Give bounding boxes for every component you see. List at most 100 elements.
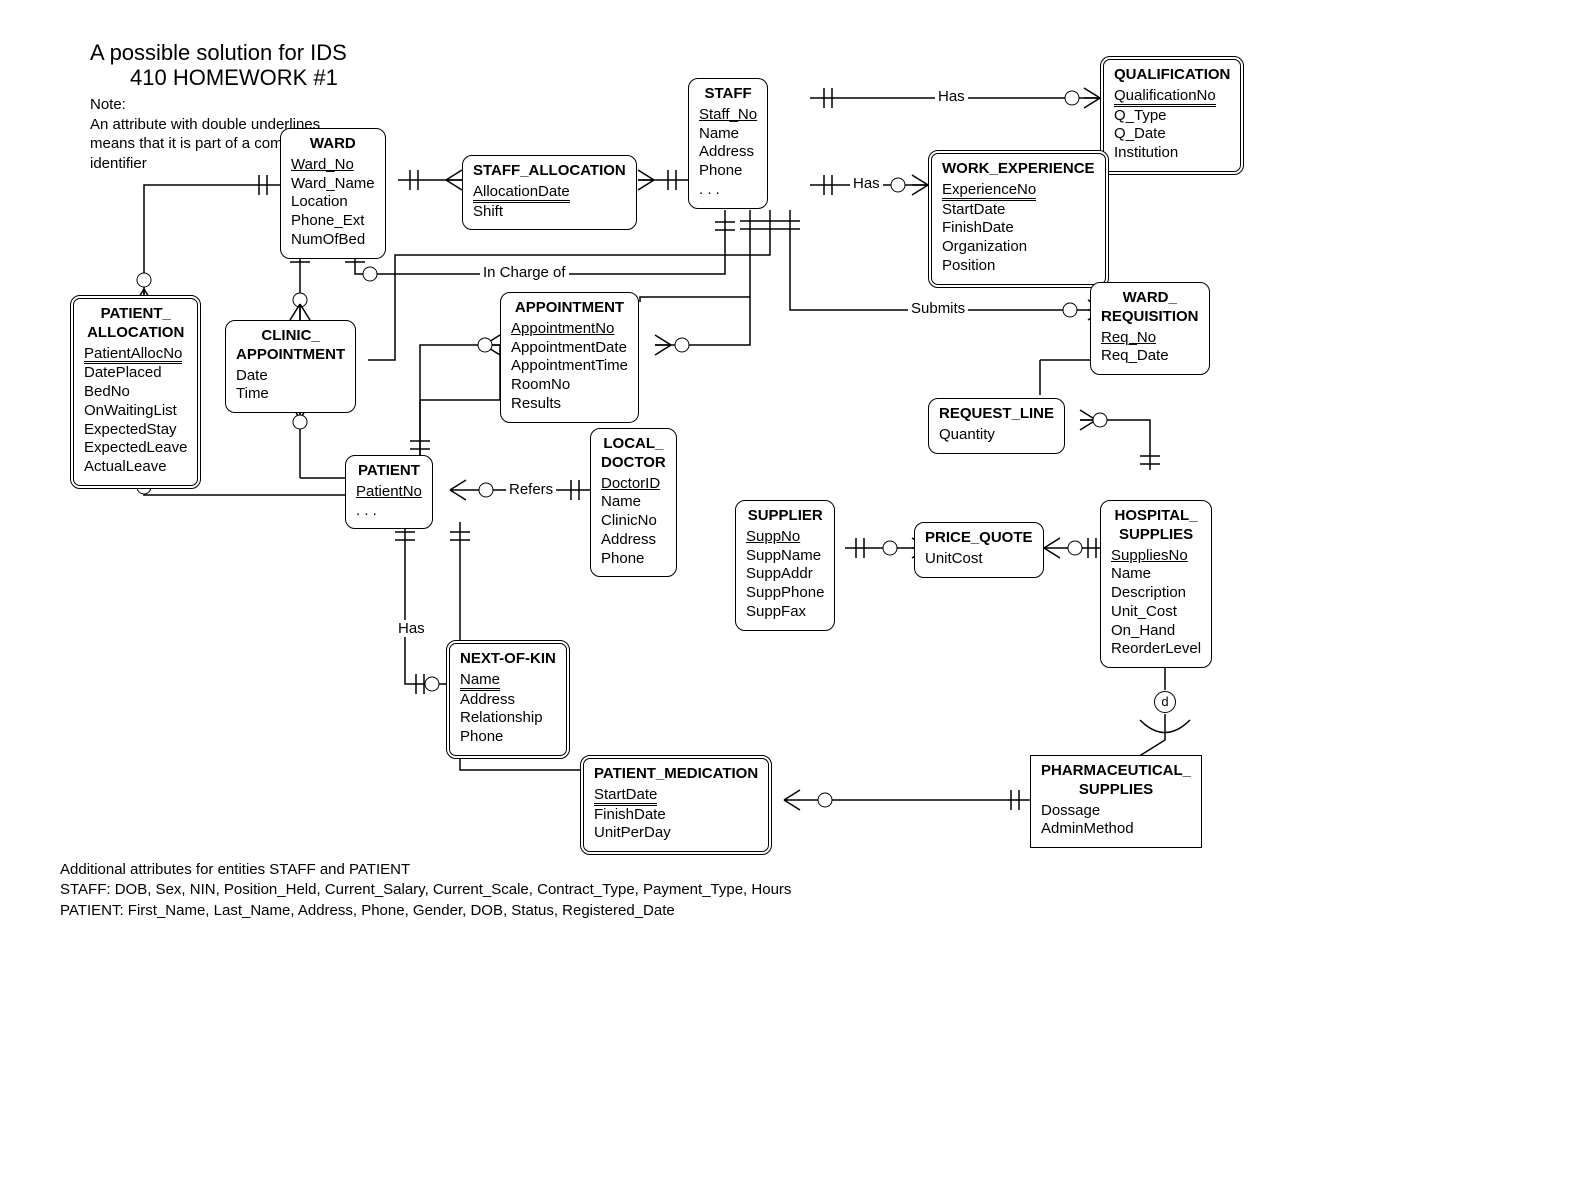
footer-line: Additional attributes for entities STAFF…: [60, 860, 791, 880]
attr: Phone: [460, 728, 556, 747]
attr: Dossage: [1041, 802, 1191, 821]
entity-hospital-supplies: HOSPITAL_ SUPPLIES SuppliesNo Name Descr…: [1100, 500, 1212, 668]
entity-name: HOSPITAL_ SUPPLIES: [1111, 507, 1201, 545]
attr: DatePlaced: [84, 364, 187, 383]
attr: BedNo: [84, 383, 187, 402]
attr: Quantity: [939, 426, 1054, 445]
attr: Ward_Name: [291, 175, 375, 194]
attr: ExperienceNo: [942, 181, 1095, 201]
attr: UnitCost: [925, 550, 1033, 569]
attr: . . .: [699, 181, 757, 200]
entity-name: STAFF: [699, 85, 757, 104]
footer-notes: Additional attributes for entities STAFF…: [60, 860, 791, 921]
attr: Staff_No: [699, 106, 757, 125]
attr: SuppPhone: [746, 584, 824, 603]
attr: . . .: [356, 502, 422, 521]
attr: AppointmentNo: [511, 320, 628, 339]
attr: OnWaitingList: [84, 402, 187, 421]
entity-name: PATIENT: [356, 462, 422, 481]
entity-name: WARD: [291, 135, 375, 154]
attr: Q_Type: [1114, 107, 1230, 126]
attr: Ward_No: [291, 156, 375, 175]
attr: Phone: [601, 550, 666, 569]
attr: Organization: [942, 238, 1095, 257]
entity-name: PHARMACEUTICAL_ SUPPLIES: [1041, 762, 1191, 800]
attr: Name: [460, 671, 556, 691]
attr: ExpectedStay: [84, 421, 187, 440]
attr: SuppName: [746, 547, 824, 566]
attr: Relationship: [460, 709, 556, 728]
page-title-2: 410 HOMEWORK #1: [130, 65, 338, 91]
entity-ward: WARD Ward_No Ward_Name Location Phone_Ex…: [280, 128, 386, 259]
attr: QualificationNo: [1114, 87, 1230, 107]
entity-clinic-appointment: CLINIC_ APPOINTMENT Date Time: [225, 320, 356, 413]
attr: Date: [236, 367, 345, 386]
entity-name: REQUEST_LINE: [939, 405, 1054, 424]
rel-label-incharge: In Charge of: [480, 264, 569, 281]
attr: Location: [291, 193, 375, 212]
attr: RoomNo: [511, 376, 628, 395]
rel-label-has: Has: [935, 88, 968, 105]
attr: Name: [601, 493, 666, 512]
rel-label-refers: Refers: [506, 481, 556, 498]
attr: Phone: [699, 162, 757, 181]
attr: Position: [942, 257, 1095, 276]
entity-supplier: SUPPLIER SuppNo SuppName SuppAddr SuppPh…: [735, 500, 835, 631]
attr: On_Hand: [1111, 622, 1201, 641]
entity-name: PATIENT_ ALLOCATION: [84, 305, 187, 343]
entity-ward-requisition: WARD_ REQUISITION Req_No Req_Date: [1090, 282, 1210, 375]
entity-price-quote: PRICE_QUOTE UnitCost: [914, 522, 1044, 578]
attr: Req_Date: [1101, 347, 1199, 366]
entity-name: WORK_EXPERIENCE: [942, 160, 1095, 179]
footer-line: STAFF: DOB, Sex, NIN, Position_Held, Cur…: [60, 880, 791, 900]
attr: AllocationDate: [473, 183, 626, 203]
attr: StartDate: [942, 201, 1095, 220]
attr: Institution: [1114, 144, 1230, 163]
attr: StartDate: [594, 786, 758, 806]
attr: AppointmentTime: [511, 357, 628, 376]
entity-staff-allocation: STAFF_ALLOCATION AllocationDate Shift: [462, 155, 637, 230]
attr: SuppAddr: [746, 565, 824, 584]
attr: AdminMethod: [1041, 820, 1191, 839]
attr: FinishDate: [594, 806, 758, 825]
note-heading: Note:: [90, 96, 126, 113]
attr: Results: [511, 395, 628, 414]
attr: Time: [236, 385, 345, 404]
entity-qualification: QUALIFICATION QualificationNo Q_Type Q_D…: [1100, 56, 1244, 175]
attr: ClinicNo: [601, 512, 666, 531]
attr: ReorderLevel: [1111, 640, 1201, 659]
entity-next-of-kin: NEXT-OF-KIN Name Address Relationship Ph…: [446, 640, 570, 759]
attr: AppointmentDate: [511, 339, 628, 358]
entity-name: STAFF_ALLOCATION: [473, 162, 626, 181]
entity-name: CLINIC_ APPOINTMENT: [236, 327, 345, 365]
attr: PatientNo: [356, 483, 422, 502]
attr: ExpectedLeave: [84, 439, 187, 458]
rel-label-has: Has: [850, 175, 883, 192]
subtype-d-icon: d: [1154, 691, 1176, 713]
attr: Address: [699, 143, 757, 162]
entity-local-doctor: LOCAL_ DOCTOR DoctorID Name ClinicNo Add…: [590, 428, 677, 577]
attr: NumOfBed: [291, 231, 375, 250]
entity-work-experience: WORK_EXPERIENCE ExperienceNo StartDate F…: [928, 150, 1109, 288]
entity-patient-allocation: PATIENT_ ALLOCATION PatientAllocNo DateP…: [70, 295, 201, 489]
entity-pharmaceutical-supplies: PHARMACEUTICAL_ SUPPLIES Dossage AdminMe…: [1030, 755, 1202, 848]
entity-name: LOCAL_ DOCTOR: [601, 435, 666, 473]
entity-name: PATIENT_MEDICATION: [594, 765, 758, 784]
attr: Phone_Ext: [291, 212, 375, 231]
entity-patient: PATIENT PatientNo . . .: [345, 455, 433, 529]
attr: Q_Date: [1114, 125, 1230, 144]
attr: SuppliesNo: [1111, 547, 1201, 566]
entity-name: APPOINTMENT: [511, 299, 628, 318]
entity-patient-medication: PATIENT_MEDICATION StartDate FinishDate …: [580, 755, 772, 855]
entity-staff: STAFF Staff_No Name Address Phone . . .: [688, 78, 768, 209]
entity-name: PRICE_QUOTE: [925, 529, 1033, 548]
attr: Req_No: [1101, 329, 1199, 348]
attr: Name: [1111, 565, 1201, 584]
attr: FinishDate: [942, 219, 1095, 238]
attr: ActualLeave: [84, 458, 187, 477]
page-title-1: A possible solution for IDS: [90, 40, 347, 66]
attr: UnitPerDay: [594, 824, 758, 843]
entity-name: QUALIFICATION: [1114, 66, 1230, 85]
attr: SuppFax: [746, 603, 824, 622]
attr: Address: [460, 691, 556, 710]
